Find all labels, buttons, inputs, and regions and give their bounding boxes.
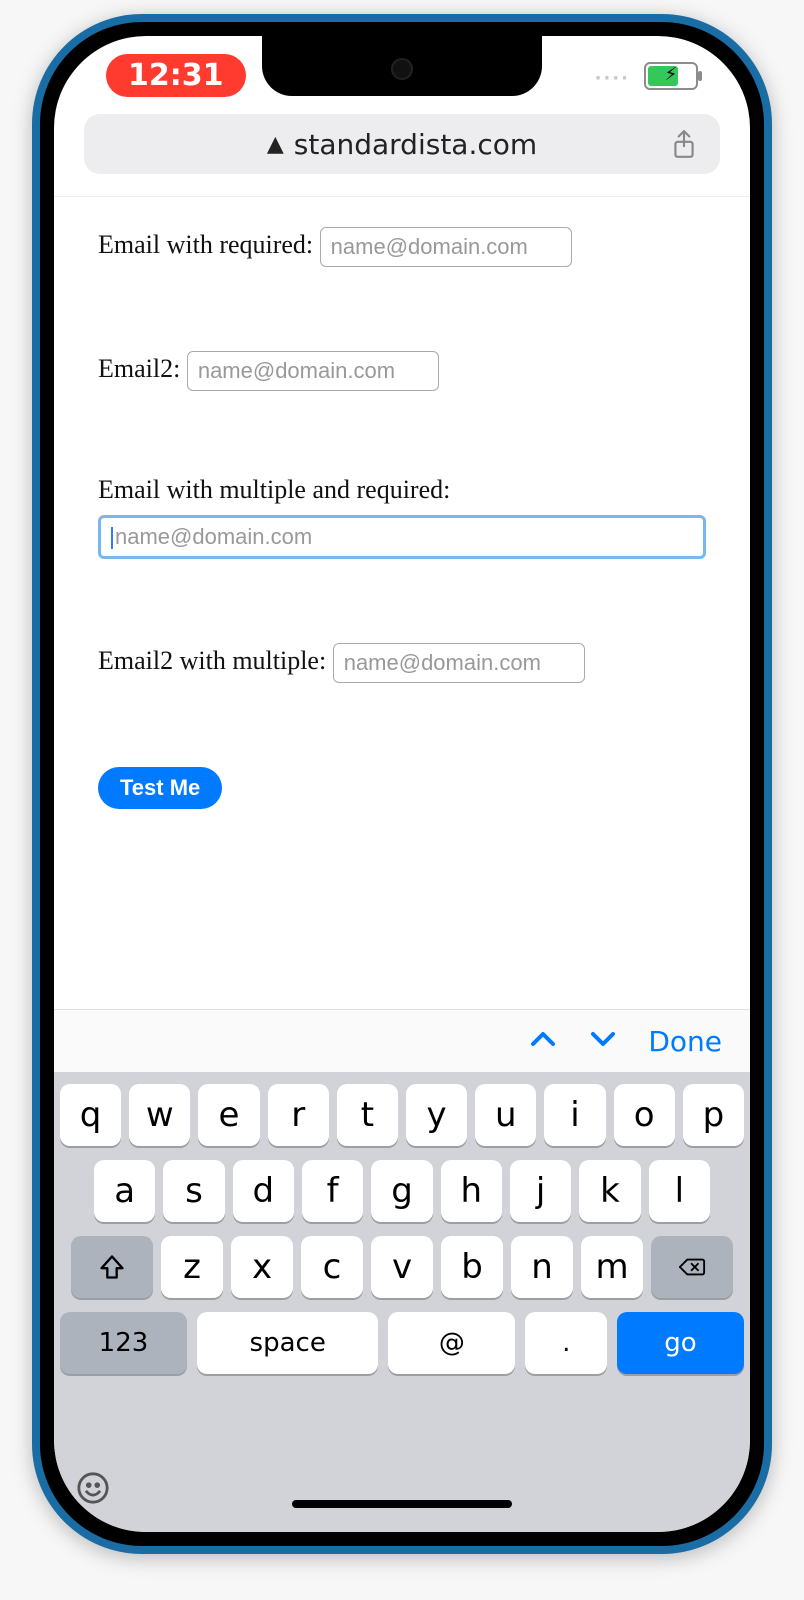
numbers-key[interactable]: 123	[60, 1312, 187, 1374]
go-key[interactable]: go	[617, 1312, 744, 1374]
email-required-input[interactable]: name@domain.com	[320, 227, 572, 267]
key-j[interactable]: j	[510, 1160, 571, 1222]
shift-key[interactable]	[71, 1236, 153, 1298]
battery-icon: ⚡︎	[644, 62, 698, 90]
key-i[interactable]: i	[544, 1084, 605, 1146]
home-indicator[interactable]	[292, 1500, 512, 1508]
submit-button[interactable]: Test Me	[98, 767, 222, 809]
url-bar[interactable]: ▲ standardista.com	[84, 114, 720, 174]
email2-input[interactable]: name@domain.com	[187, 351, 439, 391]
field-label: Email2 with multiple:	[98, 646, 326, 675]
url-domain: standardista.com	[294, 128, 537, 161]
emoji-key[interactable]	[76, 1471, 110, 1509]
backspace-key[interactable]	[651, 1236, 733, 1298]
prev-field-button[interactable]	[528, 1024, 558, 1058]
key-r[interactable]: r	[268, 1084, 329, 1146]
site-warning-icon: ▲	[267, 132, 284, 157]
key-p[interactable]: p	[683, 1084, 744, 1146]
status-time: 12:31	[106, 54, 246, 97]
key-v[interactable]: v	[371, 1236, 433, 1298]
key-s[interactable]: s	[163, 1160, 224, 1222]
key-h[interactable]: h	[441, 1160, 502, 1222]
key-f[interactable]: f	[302, 1160, 363, 1222]
email-multiple-required-input[interactable]: name@domain.com	[98, 515, 706, 559]
space-key[interactable]: space	[197, 1312, 378, 1374]
key-g[interactable]: g	[371, 1160, 432, 1222]
key-q[interactable]: q	[60, 1084, 121, 1146]
email2-multiple-input[interactable]: name@domain.com	[333, 643, 585, 683]
key-c[interactable]: c	[301, 1236, 363, 1298]
key-b[interactable]: b	[441, 1236, 503, 1298]
key-l[interactable]: l	[649, 1160, 710, 1222]
key-y[interactable]: y	[406, 1084, 467, 1146]
next-field-button[interactable]	[588, 1024, 618, 1058]
keyboard-accessory: Done	[54, 1009, 750, 1072]
field-label: Email2:	[98, 354, 180, 383]
key-t[interactable]: t	[337, 1084, 398, 1146]
key-a[interactable]: a	[94, 1160, 155, 1222]
at-key[interactable]: @	[388, 1312, 515, 1374]
key-m[interactable]: m	[581, 1236, 643, 1298]
key-u[interactable]: u	[475, 1084, 536, 1146]
key-n[interactable]: n	[511, 1236, 573, 1298]
share-button[interactable]	[662, 122, 706, 166]
keyboard-done-button[interactable]: Done	[648, 1025, 722, 1058]
dot-key[interactable]: .	[525, 1312, 607, 1374]
key-e[interactable]: e	[198, 1084, 259, 1146]
key-w[interactable]: w	[129, 1084, 190, 1146]
key-d[interactable]: d	[233, 1160, 294, 1222]
key-x[interactable]: x	[231, 1236, 293, 1298]
key-k[interactable]: k	[579, 1160, 640, 1222]
key-z[interactable]: z	[161, 1236, 223, 1298]
keyboard: qwertyuiop asdfghjkl zxcvbnm 123 space	[54, 1072, 750, 1532]
key-o[interactable]: o	[614, 1084, 675, 1146]
field-label: Email with required:	[98, 230, 313, 259]
signal-dots: ····	[595, 68, 630, 89]
field-label: Email with multiple and required:	[98, 475, 450, 504]
